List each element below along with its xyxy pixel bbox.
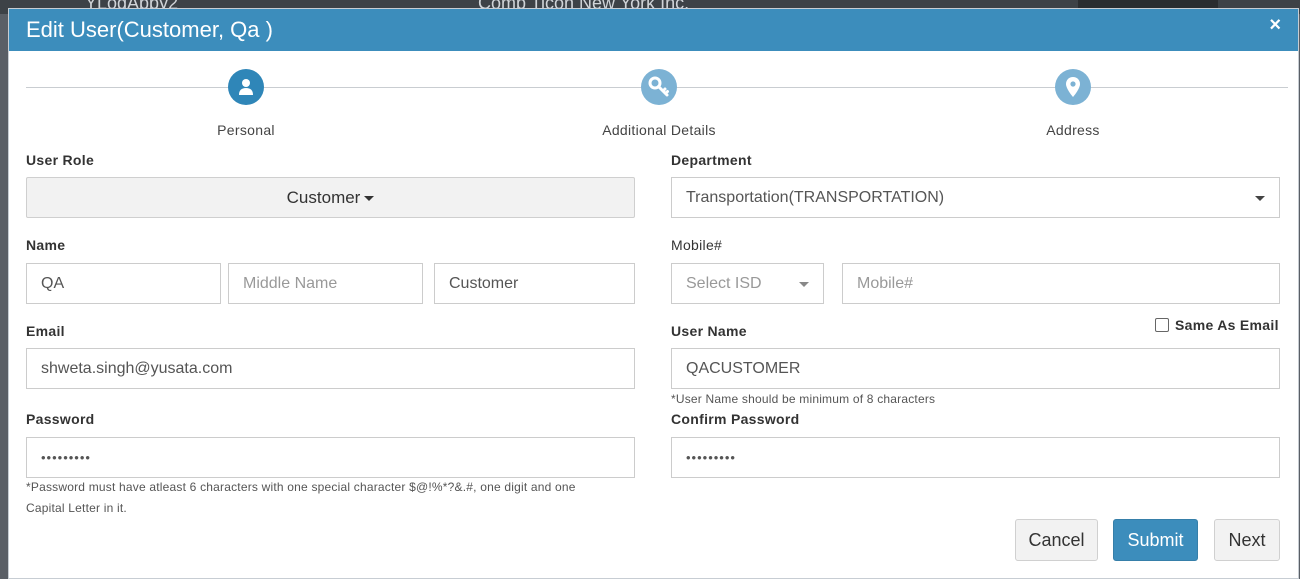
password-label: Password (26, 411, 95, 427)
middle-name-field[interactable]: Middle Name (228, 263, 423, 304)
user-role-value: Customer (286, 187, 361, 207)
email-field[interactable]: shweta.singh@yusata.com (26, 348, 635, 389)
cancel-button[interactable]: Cancel (1015, 519, 1098, 561)
modal-header: Edit User(Customer, Qa ) × (9, 9, 1298, 51)
username-field[interactable]: QACUSTOMER (671, 348, 1280, 389)
password-hint-line1: *Password must have atleast 6 characters… (26, 480, 576, 494)
same-as-email-option[interactable]: Same As Email (1155, 317, 1279, 333)
same-as-email-label: Same As Email (1175, 317, 1279, 333)
step-label: Additional Details (602, 122, 716, 138)
password-field[interactable]: ••••••••• (26, 437, 635, 478)
step-additional-details[interactable]: Additional Details (579, 69, 739, 138)
map-marker-icon (1055, 69, 1091, 105)
password-hint-line2: Capital Letter in it. (26, 501, 127, 515)
submit-button[interactable]: Submit (1113, 519, 1198, 561)
same-as-email-checkbox[interactable] (1155, 318, 1169, 332)
caret-down-icon (364, 196, 375, 201)
caret-down-icon (1255, 196, 1265, 201)
last-name-field[interactable]: Customer (434, 263, 635, 304)
step-label: Personal (217, 122, 275, 138)
user-role-dropdown[interactable]: Customer (26, 177, 635, 218)
name-label: Name (26, 237, 66, 253)
step-address[interactable]: Address (993, 69, 1153, 138)
mobile-number-field[interactable]: Mobile# (842, 263, 1280, 304)
username-label: User Name (671, 323, 747, 339)
next-button[interactable]: Next (1214, 519, 1280, 561)
email-label: Email (26, 323, 65, 339)
department-select[interactable]: Transportation(TRANSPORTATION) (671, 177, 1280, 218)
caret-down-icon (799, 282, 809, 287)
step-personal[interactable]: Personal (166, 69, 326, 138)
edit-user-modal: Edit User(Customer, Qa ) × Personal Addi… (8, 8, 1299, 579)
confirm-password-field[interactable]: ••••••••• (671, 437, 1280, 478)
step-label: Address (1046, 122, 1100, 138)
close-button[interactable]: × (1269, 14, 1281, 37)
wizard-steps: Personal Additional Details Address (9, 51, 1298, 147)
first-name-field[interactable]: QA (26, 263, 221, 304)
modal-title: Edit User(Customer, Qa ) (26, 17, 273, 42)
isd-select[interactable]: Select ISD (671, 263, 824, 304)
user-icon (228, 69, 264, 105)
isd-placeholder: Select ISD (686, 274, 762, 292)
username-hint: *User Name should be minimum of 8 charac… (671, 392, 936, 406)
confirm-password-label: Confirm Password (671, 411, 800, 427)
department-label: Department (671, 152, 752, 168)
key-icon (641, 69, 677, 105)
department-value: Transportation(TRANSPORTATION) (686, 188, 945, 206)
user-role-label: User Role (26, 152, 95, 168)
mobile-label: Mobile# (671, 237, 723, 253)
